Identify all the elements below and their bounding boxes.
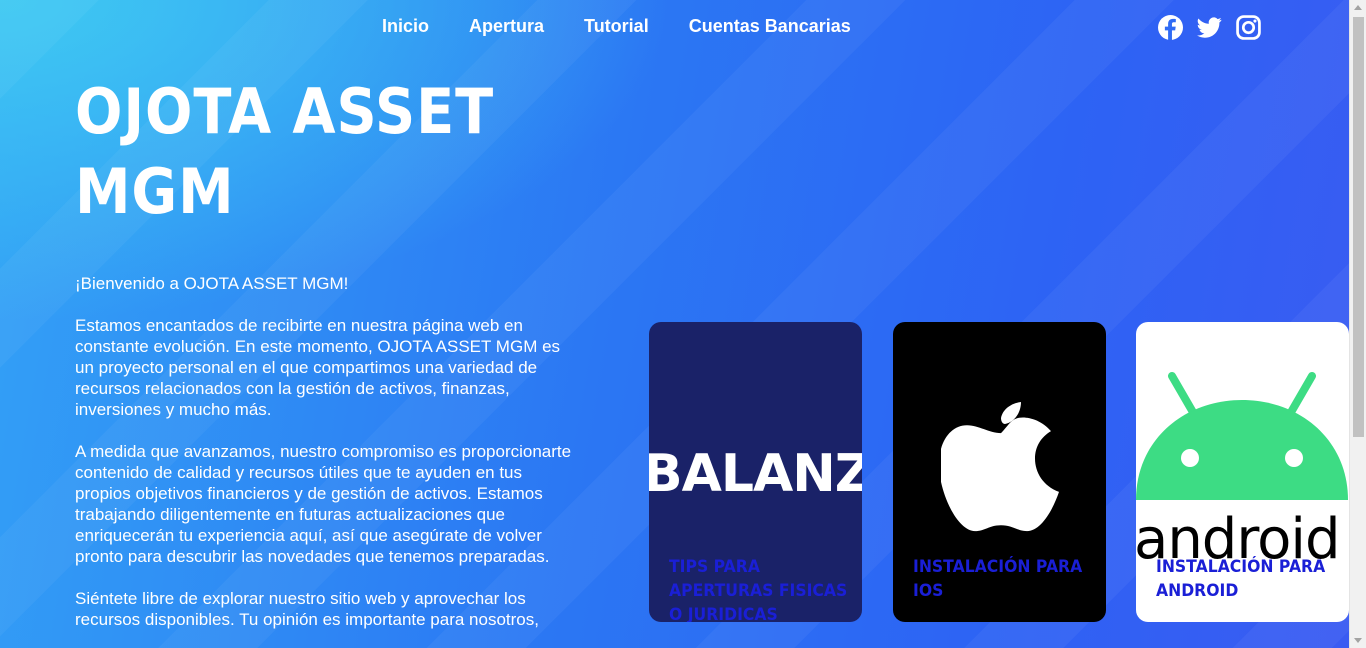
scrollbar-thumb[interactable] <box>1353 17 1364 437</box>
card-balanz[interactable]: BALANZ TIPS PARA APERTURAS FISICAS O JUR… <box>649 322 862 622</box>
intro-paragraph-3: A medida que avanzamos, nuestro compromi… <box>75 442 572 566</box>
scroll-up-arrow-icon[interactable] <box>1354 5 1362 10</box>
apple-logo-icon <box>941 402 1059 532</box>
intro-paragraph-1: ¡Bienvenido a OJOTA ASSET MGM! <box>75 274 349 293</box>
title-line-2: MGM <box>75 155 235 228</box>
page-title: OJOTA ASSET MGM <box>75 72 507 232</box>
twitter-icon[interactable] <box>1197 15 1222 40</box>
balanz-logo: BALANZ <box>649 444 862 504</box>
nav-inicio[interactable]: Inicio <box>382 16 429 37</box>
intro-text: ¡Bienvenido a OJOTA ASSET MGM! Estamos e… <box>75 273 575 648</box>
nav-cuentas-bancarias[interactable]: Cuentas Bancarias <box>689 16 851 37</box>
intro-paragraph-2: Estamos encantados de recibirte en nuest… <box>75 316 561 419</box>
nav-tutorial[interactable]: Tutorial <box>584 16 649 37</box>
card-android[interactable]: android INSTALACIÓN PARA ANDROID <box>1136 322 1349 622</box>
card-android-label[interactable]: INSTALACIÓN PARA ANDROID <box>1156 555 1335 603</box>
facebook-icon[interactable] <box>1158 15 1183 40</box>
social-links <box>1158 15 1261 40</box>
title-line-1: OJOTA ASSET <box>75 75 495 148</box>
card-ios[interactable]: INSTALACIÓN PARA IOS <box>893 322 1106 622</box>
vertical-scrollbar[interactable] <box>1349 0 1366 648</box>
intro-paragraph-4: Siéntete libre de explorar nuestro sitio… <box>75 589 539 629</box>
main-nav: Inicio Apertura Tutorial Cuentas Bancari… <box>382 16 891 37</box>
card-ios-label[interactable]: INSTALACIÓN PARA IOS <box>913 555 1092 603</box>
card-balanz-label[interactable]: TIPS PARA APERTURAS FISICAS O JURIDICAS <box>669 555 848 622</box>
instagram-icon[interactable] <box>1236 15 1261 40</box>
android-robot-icon <box>1136 372 1348 500</box>
nav-apertura[interactable]: Apertura <box>469 16 544 37</box>
scroll-down-arrow-icon[interactable] <box>1354 638 1362 643</box>
